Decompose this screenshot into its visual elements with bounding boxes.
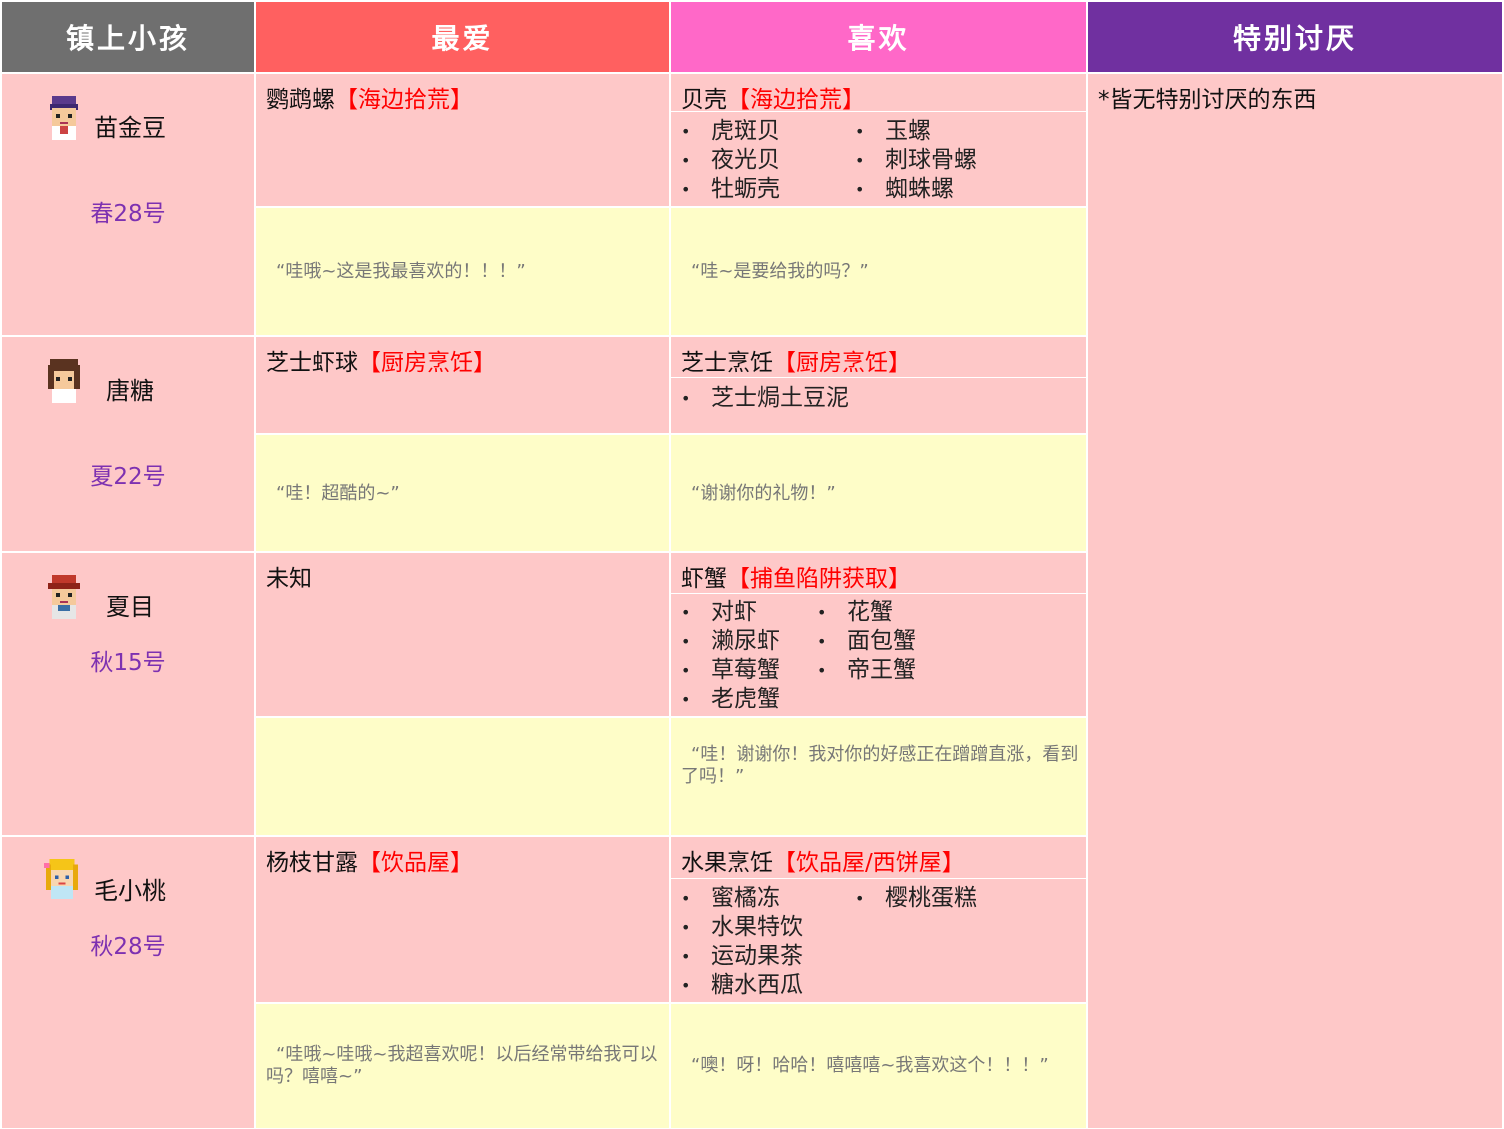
like-quote: “哇~是要给我的吗？” [691, 261, 869, 282]
blonde-girl-icon [44, 859, 79, 899]
like-item: 虾蟹 [681, 566, 727, 592]
love-item-cell: 杨枝甘露【饮品屋】 [256, 837, 669, 1002]
love-item-cell: 芝士虾球【厨房烹饪】 [256, 337, 669, 433]
divider [671, 111, 1086, 112]
like-quote-cell: “哇~是要给我的吗？” [671, 208, 1086, 335]
brown-hair-girl-icon [48, 359, 80, 403]
love-item: 杨枝甘露 [266, 850, 358, 876]
love-quote: “哇！超酷的~” [276, 483, 400, 504]
like-item-cell: 贝壳【海边拾荒】 虎斑贝 夜光贝 牡蛎壳 玉螺 刺球骨螺 蜘蛛螺 [671, 74, 1086, 206]
kid-birthday: 春28号 [90, 201, 166, 227]
love-quote-cell [256, 718, 669, 835]
list-item: 刺球骨螺 [855, 146, 977, 175]
hate-text: *皆无特别讨厌的东西 [1098, 87, 1317, 113]
love-item: 未知 [266, 566, 312, 592]
like-list: 蜜橘冻 水果特饮 运动果茶 糖水西瓜 [681, 884, 803, 1000]
list-item: 玉螺 [855, 117, 977, 146]
kid-birthday: 夏22号 [90, 464, 166, 490]
love-quote-cell: “哇哦~哇哦~我超喜欢呢！以后经常带给我可以吗？嘻嘻~” [256, 1004, 669, 1128]
list-item: 草莓蟹 [681, 656, 780, 685]
like-item-cell: 水果烹饪【饮品屋/西饼屋】 蜜橘冻 水果特饮 运动果茶 糖水西瓜 樱桃蛋糕 [671, 837, 1086, 1002]
list-item: 夜光贝 [681, 146, 780, 175]
love-item: 芝士虾球 [266, 350, 358, 376]
list-item: 糖水西瓜 [681, 971, 803, 1000]
kid-cell: 夏目 秋15号 [2, 553, 254, 835]
list-item: 花蟹 [817, 598, 916, 627]
kid-name: 毛小桃 [94, 877, 166, 905]
like-quote-cell: “哇！谢谢你！我对你的好感正在蹭蹭直涨，看到了吗！” [671, 718, 1086, 835]
love-source: 【海边拾荒】 [335, 87, 473, 113]
divider [671, 377, 1086, 378]
love-item: 鹦鹉螺 [266, 87, 335, 113]
list-item: 运动果茶 [681, 942, 803, 971]
list-item: 芝士焗土豆泥 [681, 384, 849, 413]
kid-cell: 苗金豆 春28号 [2, 74, 254, 335]
like-list: 樱桃蛋糕 [855, 884, 977, 913]
like-quote-cell: “噢！呀！哈哈！嘻嘻嘻~我喜欢这个！！！” [671, 1004, 1086, 1128]
like-quote: “噢！呀！哈哈！嘻嘻嘻~我喜欢这个！！！” [691, 1055, 1049, 1076]
header-kids: 镇上小孩 [2, 2, 254, 72]
header-like: 喜欢 [671, 2, 1086, 72]
header-love: 最爱 [256, 2, 669, 72]
like-item-cell: 虾蟹【捕鱼陷阱获取】 对虾 濑尿虾 草莓蟹 老虎蟹 花蟹 面包蟹 帝王蟹 [671, 553, 1086, 716]
like-quote-cell: “谢谢你的礼物！” [671, 435, 1086, 551]
like-quote: “谢谢你的礼物！” [691, 483, 836, 504]
hate-cell: *皆无特别讨厌的东西 [1088, 74, 1502, 1128]
like-item: 芝士烹饪 [681, 350, 773, 376]
list-item: 牡蛎壳 [681, 175, 780, 204]
purple-hair-boy-icon [50, 96, 78, 140]
like-source: 【厨房烹饪】 [773, 350, 911, 376]
list-item: 濑尿虾 [681, 627, 780, 656]
red-hair-kid-icon [48, 575, 80, 619]
list-item: 蜜橘冻 [681, 884, 803, 913]
list-item: 蜘蛛螺 [855, 175, 977, 204]
kid-cell: 毛小桃 秋28号 [2, 837, 254, 1128]
divider [671, 878, 1086, 879]
like-quote: “哇！谢谢你！我对你的好感正在蹭蹭直涨，看到了吗！” [681, 744, 1079, 787]
like-source: 【饮品屋/西饼屋】 [773, 850, 965, 876]
list-item: 虎斑贝 [681, 117, 780, 146]
kid-name: 苗金豆 [94, 114, 166, 142]
love-quote: “哇哦~哇哦~我超喜欢呢！以后经常带给我可以吗？嘻嘻~” [266, 1044, 658, 1087]
like-list: 芝士焗土豆泥 [681, 384, 849, 413]
list-item: 面包蟹 [817, 627, 916, 656]
like-list: 花蟹 面包蟹 帝王蟹 [817, 598, 916, 685]
love-item-cell: 未知 [256, 553, 669, 716]
love-source: 【厨房烹饪】 [358, 350, 496, 376]
kid-name: 唐糖 [106, 377, 154, 405]
kid-birthday: 秋28号 [90, 934, 166, 960]
love-source: 【饮品屋】 [358, 850, 473, 876]
like-source: 【海边拾荒】 [727, 87, 865, 113]
list-item: 对虾 [681, 598, 780, 627]
kid-birthday: 秋15号 [90, 650, 166, 676]
like-list: 玉螺 刺球骨螺 蜘蛛螺 [855, 117, 977, 204]
kid-cell: 唐糖 夏22号 [2, 337, 254, 551]
kid-name: 夏目 [106, 593, 154, 621]
love-quote: “哇哦~这是我最喜欢的！！！” [276, 261, 526, 282]
like-list: 对虾 濑尿虾 草莓蟹 老虎蟹 [681, 598, 780, 714]
header-hate: 特别讨厌 [1088, 2, 1502, 72]
like-item-cell: 芝士烹饪【厨房烹饪】 芝士焗土豆泥 [671, 337, 1086, 433]
like-source: 【捕鱼陷阱获取】 [727, 566, 911, 592]
gift-table: 镇上小孩 最爱 喜欢 特别讨厌 *皆无特别讨厌的东西 苗金豆 春28号 鹦鹉螺【… [0, 0, 1503, 1128]
like-list: 虎斑贝 夜光贝 牡蛎壳 [681, 117, 780, 204]
list-item: 水果特饮 [681, 913, 803, 942]
divider [671, 593, 1086, 594]
like-item: 贝壳 [681, 87, 727, 113]
like-item: 水果烹饪 [681, 850, 773, 876]
list-item: 帝王蟹 [817, 656, 916, 685]
love-item-cell: 鹦鹉螺【海边拾荒】 [256, 74, 669, 206]
love-quote-cell: “哇！超酷的~” [256, 435, 669, 551]
list-item: 樱桃蛋糕 [855, 884, 977, 913]
love-quote-cell: “哇哦~这是我最喜欢的！！！” [256, 208, 669, 335]
list-item: 老虎蟹 [681, 685, 780, 714]
